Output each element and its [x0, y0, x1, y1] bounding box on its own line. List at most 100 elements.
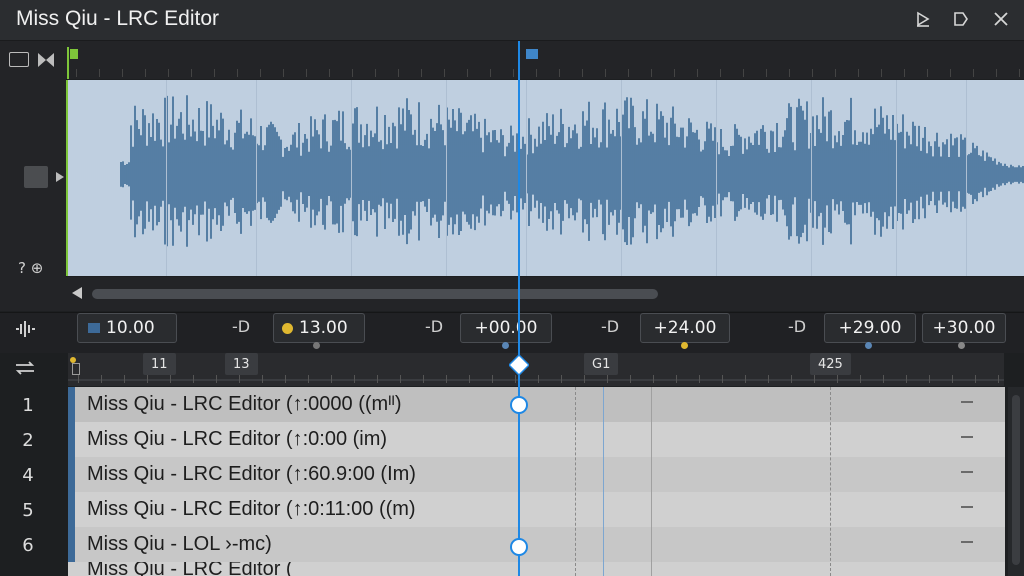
marker-square-icon	[88, 323, 100, 333]
scrollbar-thumb[interactable]	[92, 289, 658, 299]
waveform-gridline	[621, 80, 622, 276]
waveform-gridline	[896, 80, 897, 276]
bowtie-icon[interactable]	[37, 52, 55, 68]
ruler-tick	[952, 375, 953, 383]
lyric-line[interactable]: Miss Qiu - LRC Editor (	[68, 562, 1005, 576]
lyric-line[interactable]: Miss Qiu - LOL ›-mc)	[68, 527, 1005, 563]
ruler-label: 13	[225, 353, 258, 375]
stop-button[interactable]	[24, 166, 48, 188]
timestamp-handle[interactable]	[510, 396, 528, 414]
waveform	[120, 95, 1024, 247]
marker-5-value: +29.00	[838, 318, 902, 338]
ruler-tick	[122, 69, 123, 77]
marker-separator: -D	[601, 317, 620, 336]
ruler-tick	[653, 375, 654, 383]
line-stripe	[68, 422, 75, 457]
ruler-tick	[515, 375, 516, 383]
marker-5[interactable]: +29.00	[824, 313, 916, 343]
ruler-tick	[400, 375, 401, 383]
ruler-tick	[929, 375, 930, 383]
ruler-tick	[193, 375, 194, 383]
line-number: 4	[22, 465, 34, 486]
guide-line	[603, 387, 604, 576]
lyric-text[interactable]: Miss Qiu - LRC Editor (↑:0:00 (im)	[87, 428, 387, 451]
marker-separator: -D	[788, 317, 807, 336]
swap-icon[interactable]	[14, 361, 36, 375]
ruler-tick	[582, 69, 583, 77]
line-options[interactable]	[961, 506, 973, 508]
ruler-tick	[170, 375, 171, 383]
help-label[interactable]: ? ⊕	[18, 259, 43, 277]
ruler-tick	[674, 69, 675, 77]
marker-4[interactable]: +24.00	[640, 313, 730, 343]
lyric-text[interactable]: Miss Qiu - LRC Editor (↑:60.9:00 (Im)	[87, 463, 416, 486]
ruler-tick	[927, 69, 928, 77]
marker-2[interactable]: 13.00	[273, 313, 365, 343]
lyrics-scrollbar-thumb[interactable]	[1012, 395, 1020, 565]
ruler-tick	[446, 375, 447, 383]
ruler-tick	[814, 375, 815, 383]
lyric-text[interactable]: Miss Qiu - LRC Editor (	[87, 562, 293, 576]
start-flag-icon[interactable]	[70, 49, 78, 59]
ruler-baseline	[68, 379, 1004, 381]
ruler-tick	[973, 69, 974, 77]
ruler-tick	[76, 69, 77, 77]
ruler-tick	[998, 375, 999, 383]
ruler-tick	[883, 375, 884, 383]
tag-icon[interactable]	[950, 8, 972, 30]
ruler-tick	[837, 375, 838, 383]
title-bar: Miss Qiu - LRC Editor	[0, 0, 1024, 41]
waveform-gridline	[526, 80, 527, 276]
ruler-tick	[996, 69, 997, 77]
ruler-tick	[513, 69, 514, 77]
timestamp-handle[interactable]	[510, 538, 528, 556]
line-stripe	[68, 387, 75, 422]
line-options[interactable]	[961, 471, 973, 473]
ruler-tick	[375, 69, 376, 77]
lyrics-ruler: 11 13 G1 425	[68, 353, 1004, 386]
screen-icon[interactable]	[9, 52, 29, 67]
lyric-line[interactable]: Miss Qiu - LRC Editor (↑:0:11:00 ((m)	[68, 492, 1005, 528]
marker-1-value: 10.00	[106, 318, 155, 338]
marker-1[interactable]: 10.00	[77, 313, 177, 343]
lyric-text[interactable]: Miss Qiu - LOL ›-mc)	[87, 533, 272, 556]
lyrics-scrollbar[interactable]	[1008, 387, 1024, 576]
playhead-diamond-icon[interactable]	[509, 355, 529, 375]
ruler-tick	[835, 69, 836, 77]
ruler-label: 11	[143, 353, 176, 375]
lyric-text[interactable]: Miss Qiu - LRC Editor (↑:0000 ((mᴵᴵ)	[87, 393, 402, 416]
ruler-tick	[101, 375, 102, 383]
ruler-tick	[283, 69, 284, 77]
line-stripe	[68, 527, 75, 562]
lyric-line[interactable]: Miss Qiu - LRC Editor (↑:60.9:00 (Im)	[68, 457, 1005, 493]
ruler-tick	[858, 69, 859, 77]
ruler-tick	[423, 375, 424, 383]
close-icon[interactable]	[990, 8, 1012, 30]
scroll-left-icon[interactable]	[72, 287, 82, 299]
marker-3[interactable]: +00.00	[460, 313, 552, 343]
ruler-tick	[559, 69, 560, 77]
ruler-tick	[492, 375, 493, 383]
playhead-line[interactable]	[518, 41, 520, 576]
line-number-column: 1 2 4 5 6	[0, 353, 66, 576]
line-options[interactable]	[961, 436, 973, 438]
marker-6[interactable]: +30.00	[922, 313, 1006, 343]
playhead-flag-icon[interactable]	[526, 49, 538, 59]
play-icon[interactable]	[912, 8, 934, 30]
waveform-panel[interactable]	[66, 80, 1024, 276]
expand-arrow-icon[interactable]	[56, 172, 64, 182]
line-number: 6	[22, 535, 34, 556]
lyric-line[interactable]: Miss Qiu - LRC Editor (↑:0:00 (im)	[68, 422, 1005, 458]
audio-wave-icon[interactable]	[14, 319, 36, 339]
marker-dot	[681, 342, 688, 349]
lyric-text[interactable]: Miss Qiu - LRC Editor (↑:0:11:00 ((m)	[87, 498, 416, 521]
marker-separator: -D	[232, 317, 251, 336]
line-options[interactable]	[961, 541, 973, 543]
lyric-line[interactable]: Miss Qiu - LRC Editor (↑:0000 ((mᴵᴵ)	[68, 387, 1005, 423]
waveform-scrollbar[interactable]	[66, 277, 1024, 311]
marker-dot	[313, 342, 320, 349]
line-options[interactable]	[961, 401, 973, 403]
ruler-tick	[906, 375, 907, 383]
ruler-tick	[697, 69, 698, 77]
ruler-tick	[354, 375, 355, 383]
